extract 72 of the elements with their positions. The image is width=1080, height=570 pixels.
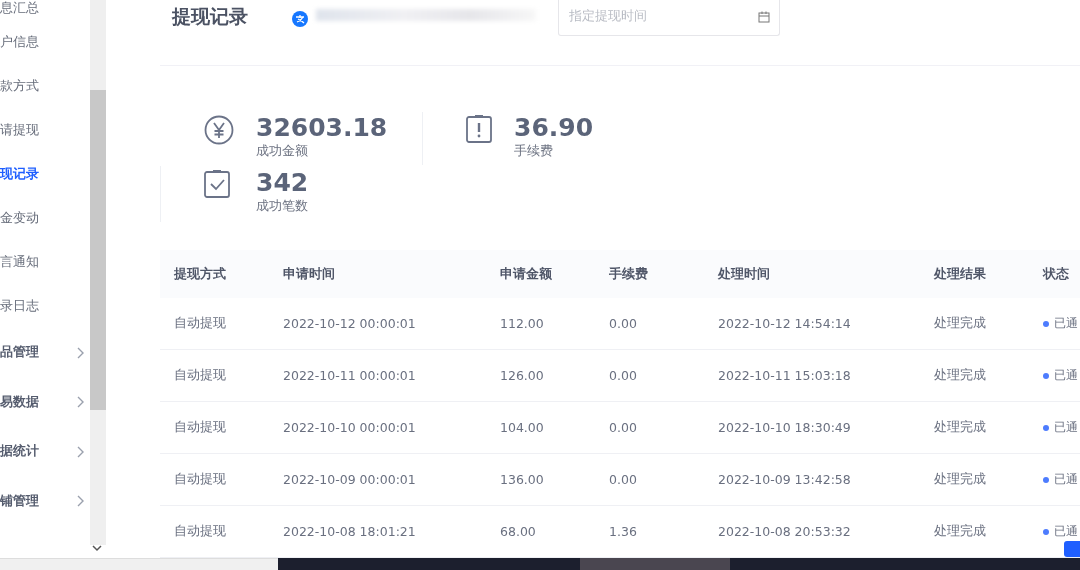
table-cell-text: 处理完成 bbox=[934, 471, 987, 488]
scrollbar-thumb[interactable] bbox=[90, 90, 106, 410]
status-text: 已通 bbox=[1054, 315, 1078, 332]
sidebar-item[interactable]: 请提现 bbox=[0, 108, 90, 152]
table-cell-text: 0.00 bbox=[609, 316, 638, 331]
status-text: 已通 bbox=[1054, 523, 1078, 540]
table-cell-text: 1.36 bbox=[609, 524, 638, 539]
table-cell-text: 68.00 bbox=[500, 524, 537, 539]
sidebar-item[interactable]: 金变动 bbox=[0, 196, 90, 240]
table-cell-text: 2022-10-09 13:42:58 bbox=[718, 472, 852, 487]
table-cell-text: 处理完成 bbox=[934, 315, 987, 332]
sidebar-item[interactable]: 录日志 bbox=[0, 284, 90, 328]
table-cell-text: 2022-10-12 00:00:01 bbox=[283, 316, 417, 331]
sidebar-item[interactable]: 现记录 bbox=[0, 152, 90, 196]
table-cell-text: 2022-10-11 15:03:18 bbox=[718, 368, 852, 383]
status-text: 已通 bbox=[1054, 419, 1078, 436]
table-cell-text: 126.00 bbox=[500, 368, 545, 383]
table-cell-text: 2022-10-12 14:54:14 bbox=[718, 316, 852, 331]
table-cell-text: 0.00 bbox=[609, 420, 638, 435]
clipboard-alert-icon bbox=[466, 115, 492, 143]
stat-value: 342 bbox=[256, 168, 309, 198]
table-cell-text: 自动提现 bbox=[174, 367, 227, 384]
stat-label: 成功笔数 bbox=[256, 198, 309, 215]
calendar-icon bbox=[758, 11, 770, 23]
column-header: 处理结果 bbox=[934, 265, 987, 283]
table-cell-text: 2022-10-08 20:53:32 bbox=[718, 524, 852, 539]
floating-button[interactable] bbox=[1064, 541, 1080, 557]
table-cell-text: 2022-10-10 18:30:49 bbox=[718, 420, 852, 435]
table-cell-text: 处理完成 bbox=[934, 523, 987, 540]
chevron-down-icon[interactable] bbox=[92, 545, 102, 552]
column-header: 申请时间 bbox=[283, 265, 336, 283]
stat-value: 36.90 bbox=[514, 113, 594, 143]
sidebar-item[interactable]: 品管理 bbox=[0, 328, 85, 378]
sidebar-item[interactable]: 户信息 bbox=[0, 20, 90, 64]
sidebar-item[interactable]: 款方式 bbox=[0, 64, 90, 108]
clipboard-check-icon bbox=[204, 170, 230, 198]
table-cell-text: 自动提现 bbox=[174, 523, 227, 540]
table-cell-text: 自动提现 bbox=[174, 471, 227, 488]
payment-app-icon bbox=[292, 11, 308, 27]
scrollbar[interactable] bbox=[90, 0, 106, 545]
table-cell-text: 2022-10-09 00:00:01 bbox=[283, 472, 417, 487]
taskbar-active-item[interactable] bbox=[580, 558, 730, 570]
stat-value: 32603.18 bbox=[256, 113, 388, 143]
table-cell-text: 2022-10-11 00:00:01 bbox=[283, 368, 417, 383]
page-title: 提现记录 bbox=[172, 4, 248, 29]
stat-label: 手续费 bbox=[514, 143, 554, 160]
column-header: 提现方式 bbox=[174, 265, 227, 283]
table-cell-text: 自动提现 bbox=[174, 315, 227, 332]
sidebar-item[interactable]: 息汇总 bbox=[0, 0, 90, 20]
column-header: 申请金额 bbox=[500, 265, 553, 283]
sidebar-item[interactable]: 铺管理 bbox=[0, 476, 85, 526]
column-header: 状态 bbox=[1043, 265, 1070, 283]
table-cell-text: 2022-10-08 18:01:21 bbox=[283, 524, 417, 539]
status-text: 已通 bbox=[1054, 367, 1078, 384]
date-field[interactable]: 指定提现时间 bbox=[558, 0, 780, 36]
status-text: 已通 bbox=[1054, 471, 1078, 488]
sidebar-item[interactable]: 易数据 bbox=[0, 377, 85, 427]
table-cell-text: 104.00 bbox=[500, 420, 545, 435]
table-cell-text: 2022-10-10 00:00:01 bbox=[283, 420, 417, 435]
table-cell-text: 处理完成 bbox=[934, 367, 987, 384]
table-cell-text: 处理完成 bbox=[934, 419, 987, 436]
yen-icon bbox=[204, 115, 234, 145]
column-header: 处理时间 bbox=[718, 265, 771, 283]
sidebar-item[interactable]: 言通知 bbox=[0, 240, 90, 284]
table-cell-text: 0.00 bbox=[609, 368, 638, 383]
column-header: 手续费 bbox=[609, 265, 649, 283]
sidebar-item[interactable]: 据统计 bbox=[0, 427, 85, 477]
table-cell-text: 0.00 bbox=[609, 472, 638, 487]
table-cell-text: 136.00 bbox=[500, 472, 545, 487]
table-cell-text: 112.00 bbox=[500, 316, 545, 331]
table-cell-text: 自动提现 bbox=[174, 419, 227, 436]
stat-label: 成功金额 bbox=[256, 143, 309, 160]
